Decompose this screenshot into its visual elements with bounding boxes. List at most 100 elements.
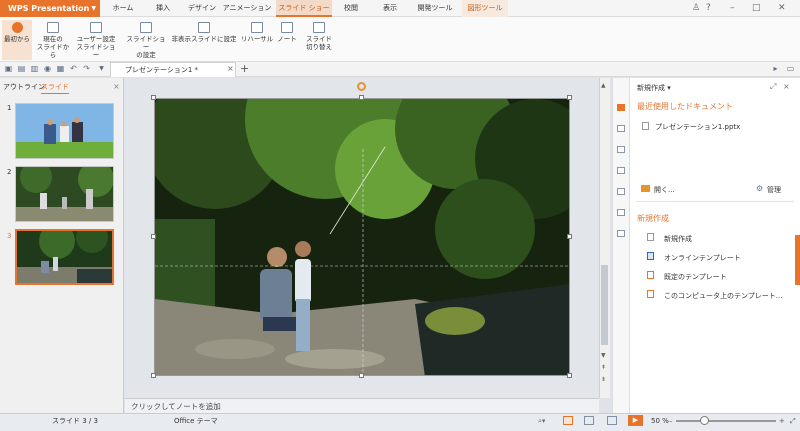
transition-label-1: スライド [306, 35, 332, 43]
slide-number: 3 [7, 232, 12, 240]
default-template-link[interactable]: 既定のテンプレート [664, 272, 727, 282]
rotate-handle-icon[interactable] [357, 82, 366, 91]
hide-slide-button[interactable]: 非表示スライドに設定 [170, 20, 238, 60]
tab-home[interactable]: ホーム [108, 0, 138, 17]
setup-show-button[interactable]: スライドショー の設定 [124, 20, 168, 60]
format-painter-icon[interactable]: ▦ [56, 64, 65, 73]
zoom-slider-track[interactable] [676, 420, 776, 422]
maximize-icon[interactable]: □ [752, 2, 761, 14]
new-doc-icon[interactable] [617, 104, 625, 111]
tab-slideshow[interactable]: スライド ショー [276, 0, 332, 17]
tab-animation[interactable]: アニメーション [222, 0, 272, 17]
slide-sorter-icon[interactable] [584, 416, 594, 425]
resize-handle[interactable] [151, 95, 156, 100]
setup-icon [140, 22, 152, 33]
print-icon[interactable]: ▥ [30, 64, 39, 73]
preview-icon[interactable]: ◉ [43, 64, 52, 73]
prev-slide-icon[interactable]: ⇞ [601, 364, 606, 371]
play-slideshow-icon[interactable]: ▶ [628, 415, 643, 426]
next-slide-icon[interactable]: ⇟ [601, 376, 606, 383]
custom-show-button[interactable]: ユーザー設定 スライドショー [74, 20, 118, 60]
resize-handle[interactable] [359, 373, 364, 378]
chevron-down-icon[interactable]: ▼ [97, 64, 106, 73]
normal-view-icon[interactable] [563, 416, 573, 425]
notes-area[interactable]: クリックしてノートを追加 [125, 398, 599, 413]
close-pane-icon[interactable]: × [783, 82, 790, 91]
help-icon[interactable]: ? [706, 2, 711, 14]
selection-icon[interactable] [617, 209, 625, 216]
scroll-down-icon[interactable]: ▼ [601, 352, 606, 359]
online-template-link[interactable]: オンラインテンプレート [664, 253, 741, 263]
slide-canvas[interactable] [154, 98, 570, 376]
setup-label-1: スライドショー [126, 35, 166, 51]
resize-handle[interactable] [151, 234, 156, 239]
rehearse-label: リハーサル [240, 35, 274, 43]
slide-photo[interactable] [155, 99, 570, 376]
rehearse-icon [251, 22, 263, 33]
slide-thumbnail-1[interactable] [15, 103, 114, 159]
rehearse-button[interactable]: リハーサル [240, 20, 274, 60]
animation-icon[interactable] [617, 167, 625, 174]
tab-review[interactable]: 校閲 [336, 0, 366, 17]
recent-file-link[interactable]: プレゼンテーション1.pptx [655, 122, 740, 132]
redo-icon[interactable]: ↷ [82, 64, 91, 73]
transition-button[interactable]: スライド 切り替え [302, 20, 336, 60]
fit-window-icon[interactable]: ⤢ [790, 413, 796, 430]
reading-view-icon[interactable] [607, 416, 617, 425]
slide-thumbnail-3[interactable] [15, 229, 114, 285]
pin-icon[interactable]: ⤢ [770, 82, 776, 92]
app-menu-button[interactable]: WPS Presentation ▼ [0, 0, 100, 17]
design-icon[interactable] [617, 146, 625, 153]
theme-name: Office テーマ [174, 417, 218, 425]
new-tab-icon[interactable]: + [240, 62, 249, 75]
slide-layout-icon[interactable] [617, 125, 625, 132]
document-tab-label: プレゼンテーション1 * [125, 66, 199, 74]
new-blank-link[interactable]: 新規作成 [664, 234, 692, 244]
tab-outline[interactable]: アウトライン [3, 81, 45, 93]
gear-icon: ⚙ [756, 184, 764, 193]
tab-design[interactable]: デザイン [186, 0, 218, 17]
zoom-level[interactable]: 50 % [651, 413, 669, 430]
slide-thumbnail-2[interactable] [15, 166, 114, 222]
zoom-in-icon[interactable]: + [779, 413, 785, 430]
vertical-scrollbar[interactable] [599, 78, 610, 398]
resize-handle[interactable] [567, 95, 572, 100]
open-folder-icon[interactable]: ▣ [4, 64, 13, 73]
scroll-thumb[interactable] [601, 265, 608, 345]
resize-handle[interactable] [567, 234, 572, 239]
user-icon[interactable]: ♙ [692, 2, 700, 14]
resize-handle[interactable] [151, 373, 156, 378]
save-icon[interactable]: ▤ [17, 64, 26, 73]
document-tab[interactable]: プレゼンテーション1 * [110, 62, 236, 77]
task-pane-title[interactable]: 新規作成 ▾ [637, 83, 671, 93]
collapse-icon[interactable]: ▭ [786, 64, 795, 73]
scroll-up-icon[interactable]: ▲ [601, 82, 606, 89]
manage-link[interactable]: 管理 [767, 185, 781, 195]
close-pane-icon[interactable]: × [113, 82, 120, 91]
tab-slides[interactable]: スライド [41, 81, 69, 94]
close-icon[interactable]: ✕ [778, 2, 786, 14]
tab-shape-tools[interactable]: 図形ツール [462, 0, 508, 17]
tab-insert[interactable]: 挿入 [148, 0, 178, 17]
zoom-slider-knob[interactable] [700, 416, 709, 425]
pane-resize-grip[interactable] [795, 235, 800, 285]
notes-button[interactable]: ノート [276, 20, 298, 60]
tab-view[interactable]: 表示 [374, 0, 406, 17]
open-link[interactable]: 開く... [654, 185, 675, 195]
resize-handle[interactable] [567, 373, 572, 378]
tab-developer[interactable]: 開発ツール [412, 0, 458, 17]
spell-check-icon[interactable]: ⌕▾ [538, 413, 545, 430]
from-start-button[interactable]: 最初から [2, 20, 32, 60]
undo-icon[interactable]: ↶ [69, 64, 78, 73]
from-current-button[interactable]: 現在の スライドから [36, 20, 70, 60]
zoom-out-icon[interactable]: – [669, 413, 673, 430]
custom-show-icon [90, 22, 102, 33]
close-tab-icon[interactable]: × [227, 64, 234, 73]
expand-icon[interactable]: ▸ [771, 64, 780, 73]
minimize-icon[interactable]: – [730, 2, 735, 14]
backup-icon[interactable] [617, 230, 625, 237]
setup-label-2: の設定 [136, 51, 156, 59]
resize-handle[interactable] [359, 95, 364, 100]
transition-icon[interactable] [617, 188, 625, 195]
local-template-link[interactable]: このコンピュータ上のテンプレート... [664, 291, 782, 301]
